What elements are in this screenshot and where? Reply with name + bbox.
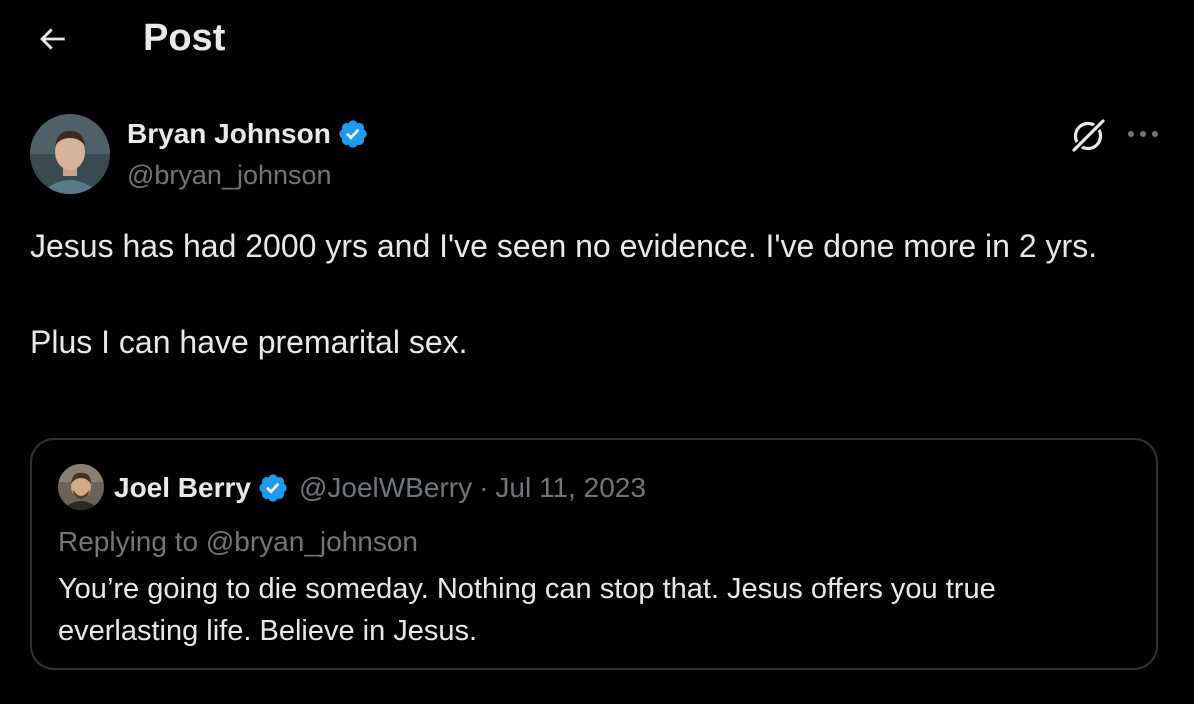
verified-badge-icon (337, 118, 369, 150)
avatar-image (30, 114, 110, 194)
quoted-post-text: You’re going to die someday. Nothing can… (58, 573, 996, 647)
author-avatar[interactable] (30, 114, 110, 194)
author-name[interactable]: Bryan Johnson (127, 116, 369, 152)
meta-separator: · (479, 472, 489, 503)
quoted-author-handle: @JoelWBerry (298, 472, 473, 503)
arrow-left-icon (40, 28, 65, 50)
quoted-author-name: Joel Berry (114, 472, 251, 503)
top-bar: Post (0, 0, 1194, 80)
grok-icon (1071, 119, 1105, 153)
quoted-post-header: Joel Berry @JoelWBerry · Jul 11, 2023 (114, 470, 646, 506)
grok-button[interactable] (1066, 114, 1110, 158)
author-name-text: Bryan Johnson (127, 118, 331, 149)
back-button[interactable] (30, 20, 74, 58)
page-title: Post (143, 17, 226, 59)
author-handle[interactable]: @bryan_johnson (127, 157, 332, 193)
more-options-icon (1128, 131, 1158, 137)
reply-context: Replying to @bryan_johnson (58, 526, 418, 557)
quoted-author-avatar (58, 464, 104, 510)
verified-badge-icon (257, 472, 289, 504)
quoted-post[interactable]: Joel Berry @JoelWBerry · Jul 11, 2023 Re… (30, 438, 1158, 670)
more-options-button[interactable] (1122, 116, 1164, 152)
post-text: Jesus has had 2000 yrs and I've seen no … (30, 228, 1098, 360)
quoted-post-date: Jul 11, 2023 (495, 472, 646, 503)
